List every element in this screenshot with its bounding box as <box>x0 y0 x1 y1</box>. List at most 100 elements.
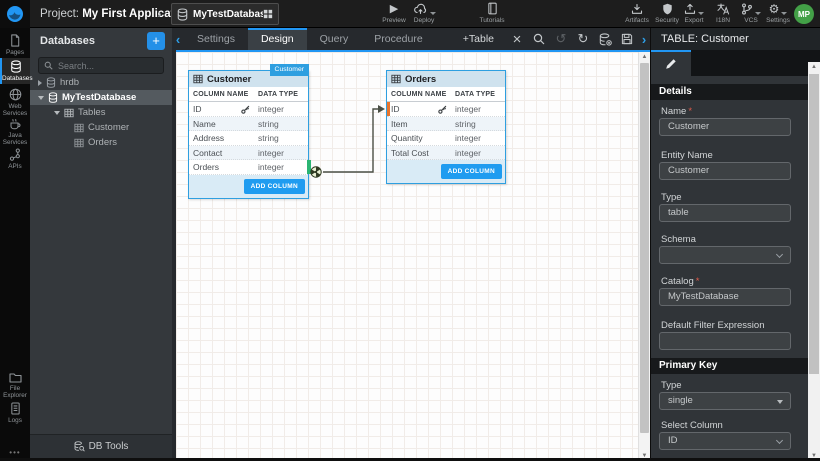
folder-icon <box>0 372 30 383</box>
save-icon[interactable] <box>616 28 638 50</box>
add-database-button[interactable]: + <box>147 32 165 50</box>
export-button[interactable]: Export <box>679 2 709 26</box>
table-row[interactable]: Total Cost integer <box>387 146 505 161</box>
tab-settings[interactable]: Settings <box>184 28 248 50</box>
scrollbar-thumb[interactable] <box>809 74 819 374</box>
schema-field-label: Schema <box>661 234 696 245</box>
table-icon <box>64 108 74 118</box>
grid-apps-icon[interactable] <box>263 9 273 19</box>
tree-item-customer[interactable]: Customer <box>30 120 172 135</box>
cloud-upload-icon <box>404 2 444 15</box>
db-tab-label: MyTestDatabase <box>193 9 263 20</box>
table-row[interactable]: Contact integer <box>189 146 308 161</box>
entity-table-orders[interactable]: Orders COLUMN NAME DATA TYPE ID integer … <box>386 70 506 184</box>
tree-item-mytestdatabase[interactable]: MyTestDatabase <box>30 90 172 105</box>
entity-table-customer[interactable]: Customer Customer COLUMN NAME DATA TYPE … <box>188 70 309 199</box>
gear-icon: ⚙ <box>763 2 793 15</box>
type-field-label: Type <box>661 192 682 203</box>
caret-down-icon[interactable] <box>54 111 60 115</box>
add-table-button[interactable]: +Table <box>463 33 494 45</box>
edit-tab[interactable] <box>651 50 691 76</box>
download-tray-icon <box>621 2 653 15</box>
orders-rows: ID integer Item string Quantity integer … <box>387 102 505 160</box>
project-title: Project: My First Application <box>40 0 192 28</box>
database-icon <box>46 77 56 88</box>
catalog-field-label: Catalog* <box>661 276 699 287</box>
tree-item-orders[interactable]: Orders <box>30 135 172 150</box>
sidebar-item-java-services[interactable]: Java Services <box>0 116 30 146</box>
i18n-button[interactable]: I18N <box>710 2 736 26</box>
vcs-button[interactable]: VCS <box>737 2 765 26</box>
schema-select[interactable] <box>659 246 791 264</box>
delete-icon[interactable]: × <box>506 28 528 50</box>
security-button[interactable]: Security <box>652 2 682 26</box>
scroll-up-icon[interactable]: ▲ <box>808 62 820 72</box>
breadcrumb-chevron-icon: › <box>157 0 162 28</box>
sidebar-item-databases[interactable]: Databases <box>0 58 30 84</box>
sidebar-item-file-explorer[interactable]: File Explorer <box>0 370 30 399</box>
type-field[interactable]: table <box>659 204 791 222</box>
tab-procedure[interactable]: Procedure <box>361 28 435 50</box>
sidebar-item-logs[interactable]: Logs <box>0 400 30 424</box>
redo-icon[interactable]: ↻ <box>572 28 594 50</box>
orders-table-header[interactable]: Orders <box>387 71 505 87</box>
artifacts-button[interactable]: Artifacts <box>621 2 653 26</box>
caret-down-icon <box>777 400 783 404</box>
zoom-search-icon[interactable] <box>528 28 550 50</box>
api-connector-icon <box>0 148 30 161</box>
table-icon <box>74 123 84 133</box>
canvas-vertical-scrollbar[interactable]: ▲ ▼ <box>638 52 650 461</box>
sidebar-item-web-services[interactable]: Web Services <box>0 86 30 117</box>
select-column-select[interactable]: ID <box>659 432 791 450</box>
caret-right-icon[interactable] <box>38 80 42 86</box>
user-avatar[interactable]: MP <box>794 4 814 24</box>
open-database-tab[interactable]: MyTestDatabase <box>171 3 279 25</box>
sidebar-item-pages[interactable]: Pages <box>0 32 30 56</box>
table-row[interactable]: Name string <box>189 117 308 132</box>
add-column-button[interactable]: ADD COLUMN <box>441 164 502 179</box>
tree-item-hrdb[interactable]: hrdb <box>30 75 172 90</box>
table-row-id-fk-target[interactable]: ID integer <box>387 102 505 117</box>
scroll-up-icon[interactable]: ▲ <box>639 52 650 62</box>
catalog-field[interactable]: MyTestDatabase <box>659 288 791 306</box>
inspector-tabstrip <box>651 50 820 76</box>
db-update-icon[interactable] <box>594 28 616 50</box>
pk-type-select[interactable]: single <box>659 392 791 410</box>
name-field[interactable]: Customer <box>659 118 791 136</box>
default-filter-field[interactable] <box>659 332 791 350</box>
top-bar: Project: My First Application › MyTestDa… <box>0 0 820 28</box>
db-tools-button[interactable]: DB Tools <box>30 434 172 458</box>
tutorials-button[interactable]: Tutorials <box>470 2 514 26</box>
primary-key-icon <box>438 105 447 114</box>
table-row[interactable]: Quantity integer <box>387 131 505 146</box>
deploy-button[interactable]: Deploy <box>404 2 444 26</box>
scrollbar-thumb[interactable] <box>640 63 649 433</box>
entity-name-field[interactable]: Customer <box>659 162 791 180</box>
db-design-canvas[interactable]: Customer Customer COLUMN NAME DATA TYPE … <box>176 50 650 461</box>
app-logo[interactable] <box>0 0 30 28</box>
tab-query[interactable]: Query <box>307 28 362 50</box>
undo-icon[interactable]: ↺ <box>550 28 572 50</box>
log-file-icon <box>0 402 30 415</box>
add-column-button[interactable]: ADD COLUMN <box>244 179 305 194</box>
search-icon <box>44 61 53 70</box>
table-row[interactable]: ID integer <box>189 102 308 117</box>
collapse-left-panel-icon[interactable]: ‹ <box>172 32 184 47</box>
tree-item-tables[interactable]: Tables <box>30 105 172 120</box>
details-section-header: Details <box>651 84 809 100</box>
inspector-vertical-scrollbar[interactable]: ▲ ▼ <box>808 62 820 461</box>
search-input[interactable] <box>58 61 158 71</box>
table-row[interactable]: Address string <box>189 131 308 146</box>
settings-button[interactable]: ⚙ Settings <box>763 2 793 26</box>
explorer-search[interactable] <box>38 57 164 74</box>
primary-key-icon <box>241 105 250 114</box>
caret-down-icon[interactable] <box>38 96 44 100</box>
sidebar-more-icon[interactable]: ••• <box>0 448 30 457</box>
sidebar-item-apis[interactable]: APIs <box>0 146 30 170</box>
table-row-orders-fk[interactable]: Orders integer <box>189 160 308 175</box>
collapse-right-panel-icon[interactable]: › <box>638 32 650 47</box>
table-row[interactable]: Item string <box>387 117 505 132</box>
relation-anchor-icon[interactable] <box>310 166 322 178</box>
tab-design[interactable]: Design <box>248 28 307 50</box>
orders-column-headers: COLUMN NAME DATA TYPE <box>387 87 505 102</box>
